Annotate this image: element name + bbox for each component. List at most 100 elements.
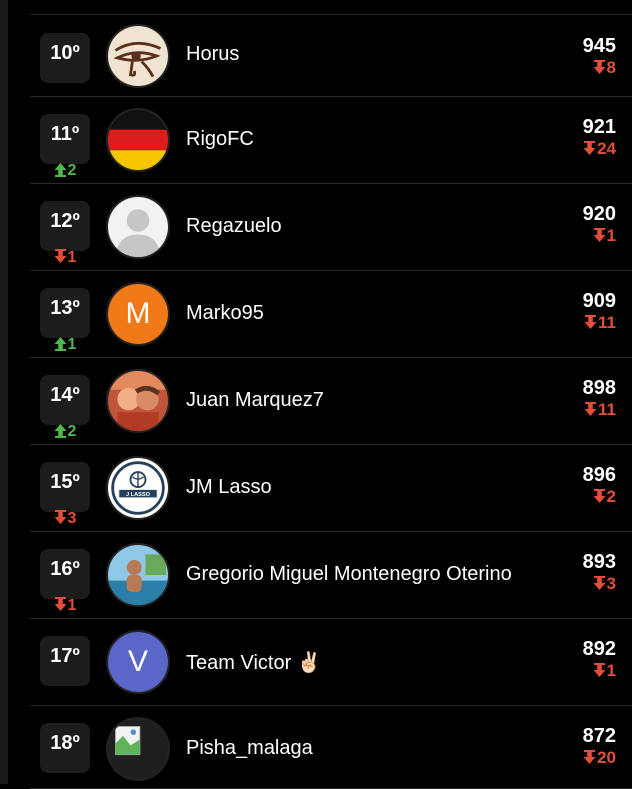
ranking-row[interactable]: 15º 3 J LASSO JM Lasso 896 2	[30, 445, 632, 532]
left-edge-bar	[0, 0, 8, 784]
position-number: 13º	[50, 297, 80, 319]
avatar[interactable]	[106, 195, 170, 259]
points-block: 872 20	[583, 725, 616, 769]
avatar[interactable]	[106, 108, 170, 172]
avatar[interactable]: M	[106, 282, 170, 346]
arrow-down-icon	[593, 487, 607, 506]
position-trend: 1	[40, 336, 90, 354]
position-number: 16º	[50, 558, 80, 580]
points-value: 892	[582, 638, 616, 660]
points-value: 896	[582, 464, 616, 486]
position-badge: 14º 2	[40, 375, 90, 440]
points-change-value: 1	[606, 226, 616, 245]
points-block: 896 2	[583, 464, 616, 508]
points-block: 892 1	[583, 638, 616, 682]
avatar-letter: V	[108, 632, 168, 692]
points-value: 921	[582, 116, 616, 138]
position-number: 15º	[50, 471, 80, 493]
trend-value: 3	[67, 510, 77, 527]
avatar[interactable]	[106, 543, 170, 607]
points-value: 898	[582, 377, 616, 399]
position-number: 17º	[50, 645, 80, 667]
points-block: 921 24	[583, 116, 616, 160]
points-change: 11	[583, 399, 616, 421]
points-change-value: 2	[606, 487, 616, 506]
points-change: 1	[583, 660, 616, 682]
position-badge: 13º 1	[40, 288, 90, 353]
ranking-row[interactable]: 14º 2 Juan Marquez7 898 11	[30, 358, 632, 445]
trend-value: 2	[67, 423, 77, 440]
position-trend: 2	[40, 162, 90, 180]
avatar[interactable]	[106, 369, 170, 433]
arrow-down-icon	[584, 400, 598, 419]
trend-value: 1	[67, 336, 77, 353]
points-change: 11	[583, 312, 616, 334]
avatar[interactable]: V	[106, 630, 170, 694]
player-name[interactable]: Team Victor ✌🏻	[186, 650, 322, 675]
player-name[interactable]: Juan Marquez7	[186, 389, 324, 412]
ranking-row[interactable]: 12º 1 Regazuelo 920 1	[30, 184, 632, 271]
points-change: 20	[583, 747, 616, 769]
position-badge: 12º 1	[40, 201, 90, 266]
points-change-value: 20	[597, 748, 616, 767]
position-badge: 15º 3	[40, 462, 90, 527]
points-value: 920	[582, 203, 616, 225]
points-change: 8	[583, 57, 616, 79]
avatar[interactable]	[106, 717, 170, 781]
points-change-value: 8	[606, 58, 616, 77]
position-badge: 18º	[40, 723, 90, 773]
ranking-row[interactable]: 13º 1 M Marko95 909 11	[30, 271, 632, 358]
position-badge: 16º 1	[40, 549, 90, 614]
trend-value: 1	[67, 597, 77, 614]
position-badge: 11º 2	[40, 114, 90, 179]
player-name[interactable]: Marko95	[186, 302, 264, 325]
player-name[interactable]: Pisha_malaga	[186, 737, 313, 760]
position-number: 11º	[50, 123, 80, 145]
player-name[interactable]: RigoFC	[186, 128, 254, 151]
player-name[interactable]: Horus	[186, 43, 239, 66]
trend-value: 1	[67, 249, 77, 266]
arrow-down-icon	[583, 748, 597, 767]
ranking-row[interactable]: 16º 1 Gregorio Miguel Montenegro Oterino 89…	[30, 532, 632, 619]
ranking-list: 10º Horus 945 8 11º 2 RigoFC 921 24 12º 1 Regazuelo…	[30, 14, 632, 789]
arrow-up-icon	[54, 162, 68, 179]
ranking-row[interactable]: 18º Pisha_malaga 872 20	[30, 706, 632, 789]
ranking-row[interactable]: 10º Horus 945 8	[30, 14, 632, 97]
svg-text:J LASSO: J LASSO	[126, 492, 151, 498]
trend-value: 2	[67, 162, 77, 179]
points-change: 1	[583, 225, 616, 247]
points-block: 893 3	[583, 551, 616, 595]
ranking-row[interactable]: 17º V Team Victor ✌🏻 892 1	[30, 619, 632, 706]
arrow-down-icon	[593, 574, 607, 593]
arrow-down-icon	[593, 226, 607, 245]
points-value: 909	[582, 290, 616, 312]
points-value: 945	[582, 35, 616, 57]
arrow-up-icon	[54, 336, 68, 353]
avatar[interactable]	[106, 24, 170, 88]
points-change: 2	[583, 486, 616, 508]
points-change: 24	[583, 138, 616, 160]
avatar[interactable]: J LASSO	[106, 456, 170, 520]
position-trend: 3	[40, 510, 90, 528]
arrow-up-icon	[54, 423, 68, 440]
points-change-value: 1	[606, 661, 616, 680]
points-change-value: 3	[606, 574, 616, 593]
position-badge: 10º	[40, 33, 90, 83]
ranking-row[interactable]: 11º 2 RigoFC 921 24	[30, 97, 632, 184]
position-number: 12º	[50, 210, 80, 232]
arrow-down-icon	[593, 661, 607, 680]
player-name[interactable]: Gregorio Miguel Montenegro Oterino	[186, 563, 512, 586]
position-badge: 17º	[40, 636, 90, 686]
arrow-down-icon	[54, 510, 68, 527]
position-trend: 1	[40, 597, 90, 615]
player-name[interactable]: Regazuelo	[186, 215, 282, 238]
points-change-value: 24	[597, 139, 616, 158]
player-name[interactable]: JM Lasso	[186, 476, 272, 499]
points-block: 909 11	[583, 290, 616, 334]
position-number: 18º	[50, 732, 80, 754]
position-trend: 1	[40, 249, 90, 267]
position-number: 10º	[50, 42, 80, 64]
arrow-down-icon	[54, 249, 68, 266]
position-number: 14º	[50, 384, 80, 406]
points-value: 872	[582, 725, 616, 747]
